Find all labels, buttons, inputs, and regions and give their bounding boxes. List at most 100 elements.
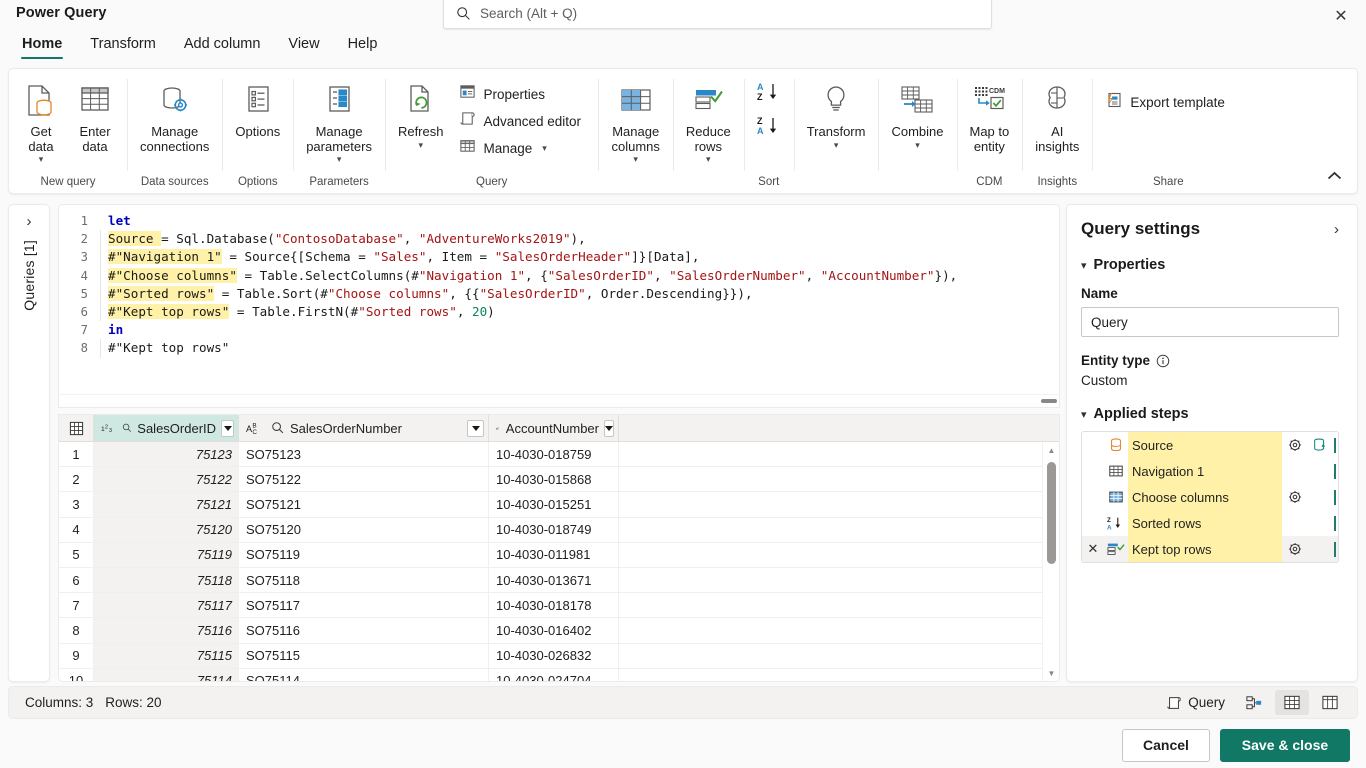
enter-data-button[interactable]: Enter data <box>69 75 121 156</box>
cell-accountnumber[interactable]: 10-4030-026832 <box>489 643 619 668</box>
cell-salesorderid[interactable]: 75121 <box>94 492 239 517</box>
map-to-entity-button[interactable]: CDM Map to entity <box>963 75 1017 156</box>
filter-dropdown-icon[interactable] <box>221 419 234 437</box>
manage-connections-button[interactable]: Manage connections <box>133 75 216 156</box>
code-line[interactable]: 8 #"Kept top rows" <box>59 339 1059 358</box>
reduce-rows-button[interactable]: Reduce rows ▾ <box>679 75 738 166</box>
table-row[interactable]: 2 75122 SO75122 10-4030-015868 <box>59 467 1042 493</box>
table-row[interactable]: 6 75118 SO75118 10-4030-013671 <box>59 567 1042 594</box>
table-row[interactable]: 3 75121 SO75121 10-4030-015251 <box>59 492 1042 518</box>
diagram-view-button[interactable] <box>1237 690 1271 715</box>
manage-button[interactable]: Manage ▾ <box>452 135 592 161</box>
search-box[interactable]: Search (Alt + Q) <box>443 0 992 29</box>
tab-view[interactable]: View <box>276 33 331 61</box>
column-header-accountnumber[interactable]: A B C AccountNumber <box>489 415 619 441</box>
cell-salesorderid[interactable]: 75120 <box>94 517 239 542</box>
code-line[interactable]: 6 #"Kept top rows" = Table.FirstN(#"Sorte… <box>59 302 1059 322</box>
cell-accountnumber[interactable]: 10-4030-015251 <box>489 492 619 517</box>
export-template-button[interactable]: Export template <box>1098 89 1238 116</box>
sort-descending-button[interactable]: Z A <box>750 113 788 144</box>
collapse-query-settings-icon[interactable]: › <box>1330 221 1343 238</box>
tab-home[interactable]: Home <box>10 33 74 61</box>
table-row[interactable]: 1 75123 SO75123 10-4030-018759 <box>59 442 1042 468</box>
applied-step-source[interactable]: Source <box>1082 432 1338 458</box>
tab-help[interactable]: Help <box>336 33 390 61</box>
cell-salesorderid[interactable]: 75123 <box>94 442 239 467</box>
scroll-down-icon[interactable]: ▼ <box>1043 665 1059 681</box>
cell-salesordernumber[interactable]: SO75115 <box>239 643 489 668</box>
step-settings-gear-icon[interactable] <box>1287 437 1303 453</box>
cell-accountnumber[interactable]: 10-4030-018178 <box>489 593 619 618</box>
cell-salesordernumber[interactable]: SO75114 <box>239 668 489 681</box>
applied-step-choose-columns[interactable]: Choose columns <box>1082 484 1338 510</box>
filter-dropdown-icon[interactable] <box>604 419 614 437</box>
info-icon[interactable] <box>1156 354 1170 368</box>
table-row[interactable]: 5 75119 SO75119 10-4030-011981 <box>59 542 1042 568</box>
step-settings-gear-icon[interactable] <box>1282 541 1308 557</box>
properties-button[interactable]: Properties <box>452 81 592 107</box>
code-line[interactable]: 4 #"Choose columns" = Table.SelectColumns… <box>59 266 1059 285</box>
query-view-button[interactable]: Query <box>1158 692 1233 714</box>
cell-salesordernumber[interactable]: SO75122 <box>239 467 489 492</box>
ai-insights-button[interactable]: AI insights <box>1028 75 1086 156</box>
cell-salesordernumber[interactable]: SO75123 <box>239 442 489 467</box>
queries-pane-collapsed[interactable]: › Queries [1] <box>8 204 50 682</box>
column-search-icon[interactable] <box>271 421 285 435</box>
editor-horizontal-scrollbar[interactable] <box>59 394 1059 407</box>
cell-salesordernumber[interactable]: SO75117 <box>239 593 489 618</box>
cell-accountnumber[interactable]: 10-4030-016402 <box>489 618 619 643</box>
applied-step-sorted-rows[interactable]: Z A Sorted rows <box>1082 510 1338 536</box>
column-header-salesordernumber[interactable]: A B C SalesOrderNumber <box>239 415 489 441</box>
table-row[interactable]: 8 75116 SO75116 10-4030-016402 <box>59 618 1042 644</box>
data-source-settings-icon[interactable] <box>1308 437 1332 453</box>
save-and-close-button[interactable]: Save & close <box>1220 728 1350 762</box>
step-settings-gear-icon[interactable] <box>1282 437 1308 453</box>
applied-step-kept-top-rows[interactable]: ✕ Kept top rows <box>1082 536 1338 562</box>
step-settings-gear-icon[interactable] <box>1282 489 1308 505</box>
applied-step-navigation-1[interactable]: Navigation 1 <box>1082 458 1338 484</box>
advanced-editor-button[interactable]: Advanced editor <box>452 108 592 134</box>
cell-salesorderid[interactable]: 75114 <box>94 668 239 681</box>
collapse-ribbon-button[interactable] <box>1321 165 1347 187</box>
column-search-icon[interactable] <box>122 421 132 435</box>
schema-view-button[interactable] <box>1313 690 1347 715</box>
cell-salesorderid[interactable]: 75115 <box>94 643 239 668</box>
cell-salesorderid[interactable]: 75116 <box>94 618 239 643</box>
code-line[interactable]: 3 #"Navigation 1" = Source{[Schema = "Sal… <box>59 248 1059 267</box>
editor-hscroll-thumb[interactable] <box>1041 399 1057 403</box>
cell-salesordernumber[interactable]: SO75121 <box>239 492 489 517</box>
manage-columns-button[interactable]: Manage columns ▾ <box>604 75 666 166</box>
manage-parameters-button[interactable]: Manage parameters ▾ <box>299 75 379 166</box>
cell-salesordernumber[interactable]: SO75116 <box>239 618 489 643</box>
options-button[interactable]: Options <box>228 75 287 142</box>
cell-salesorderid[interactable]: 75119 <box>94 542 239 567</box>
cell-accountnumber[interactable]: 10-4030-015868 <box>489 467 619 492</box>
sort-ascending-button[interactable]: A Z <box>750 79 788 110</box>
m-code-editor[interactable]: 1 let 2 Source = Sql.Database("ContosoDatab… <box>58 204 1060 408</box>
tab-add-column[interactable]: Add column <box>172 33 273 61</box>
filter-dropdown-icon[interactable] <box>467 419 484 437</box>
expand-queries-icon[interactable]: › <box>27 213 32 230</box>
cell-accountnumber[interactable]: 10-4030-011981 <box>489 542 619 567</box>
grid-vertical-scrollbar[interactable]: ▲ ▼ <box>1042 442 1059 681</box>
close-icon[interactable]: ✕ <box>1322 2 1360 30</box>
get-data-button[interactable]: Get data ▾ <box>15 75 67 166</box>
data-source-settings-icon[interactable] <box>1312 437 1328 453</box>
transform-button[interactable]: Transform ▾ <box>800 75 873 152</box>
cell-accountnumber[interactable]: 10-4030-013671 <box>489 567 619 593</box>
step-settings-gear-icon[interactable] <box>1287 541 1303 557</box>
table-row[interactable]: 9 75115 SO75115 10-4030-026832 <box>59 643 1042 669</box>
cell-accountnumber[interactable]: 10-4030-018749 <box>489 517 619 542</box>
tab-transform[interactable]: Transform <box>78 33 168 61</box>
code-line[interactable]: 5 #"Sorted rows" = Table.Sort(#"Choose co… <box>59 284 1059 304</box>
data-view-button[interactable] <box>1275 690 1309 715</box>
cell-salesorderid[interactable]: 75118 <box>94 567 239 593</box>
properties-section-toggle[interactable]: ▾ Properties <box>1081 257 1343 273</box>
cell-salesordernumber[interactable]: SO75120 <box>239 517 489 542</box>
code-line[interactable]: 7 in <box>59 321 1059 339</box>
cell-accountnumber[interactable]: 10-4030-018759 <box>489 442 619 467</box>
code-lines[interactable]: 1 let 2 Source = Sql.Database("ContosoDatab… <box>59 212 1059 393</box>
cell-salesorderid[interactable]: 75117 <box>94 593 239 618</box>
cell-accountnumber[interactable]: 10-4030-024704 <box>489 668 619 681</box>
table-row[interactable]: 4 75120 SO75120 10-4030-018749 <box>59 517 1042 543</box>
